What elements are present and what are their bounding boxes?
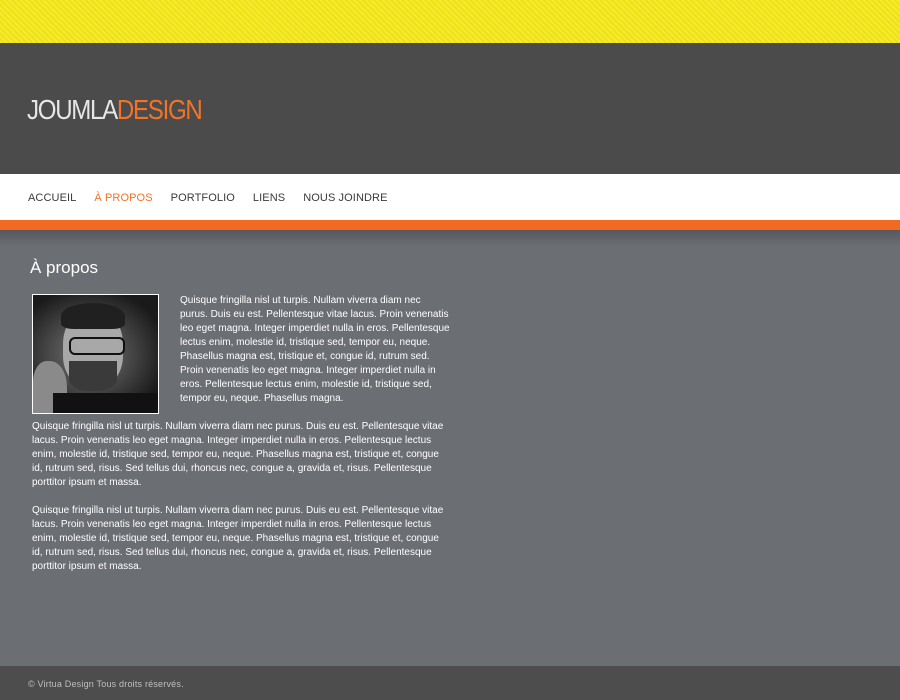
header-shadow xyxy=(0,230,900,246)
top-stripe xyxy=(0,0,900,43)
site-footer: © Virtua Design Tous droits réservés. xyxy=(0,666,900,700)
logo-text-part1: JOUMLA xyxy=(27,94,118,125)
nav-item-nous-joindre[interactable]: NOUS JOINDRE xyxy=(303,192,387,204)
body-paragraph-1: Quisque fringilla nisl ut turpis. Nullam… xyxy=(32,421,444,488)
nav-item-accueil[interactable]: ACCUEIL xyxy=(28,192,76,204)
logo-text-part2: DESIGN xyxy=(116,94,203,125)
nav-item-liens[interactable]: LIENS xyxy=(253,192,285,204)
accent-bar xyxy=(0,220,900,230)
intro-paragraph: Quisque fringilla nisl ut turpis. Nullam… xyxy=(180,295,450,404)
main-content: À propos Quisque fringilla nisl ut turpi… xyxy=(30,256,450,588)
page-title: À propos xyxy=(30,258,99,277)
intro-block: Quisque fringilla nisl ut turpis. Nullam… xyxy=(30,294,450,420)
copyright-text: © Virtua Design Tous droits réservés. xyxy=(28,679,184,689)
nav-item-portfolio[interactable]: PORTFOLIO xyxy=(171,192,235,204)
main-nav: ACCUEIL À PROPOS PORTFOLIO LIENS NOUS JO… xyxy=(0,174,900,220)
author-photo xyxy=(32,294,159,414)
body-paragraph-2: Quisque fringilla nisl ut turpis. Nullam… xyxy=(32,505,444,572)
nav-item-a-propos[interactable]: À PROPOS xyxy=(94,192,152,204)
site-logo[interactable]: JOUMLADESIGN xyxy=(27,93,203,127)
